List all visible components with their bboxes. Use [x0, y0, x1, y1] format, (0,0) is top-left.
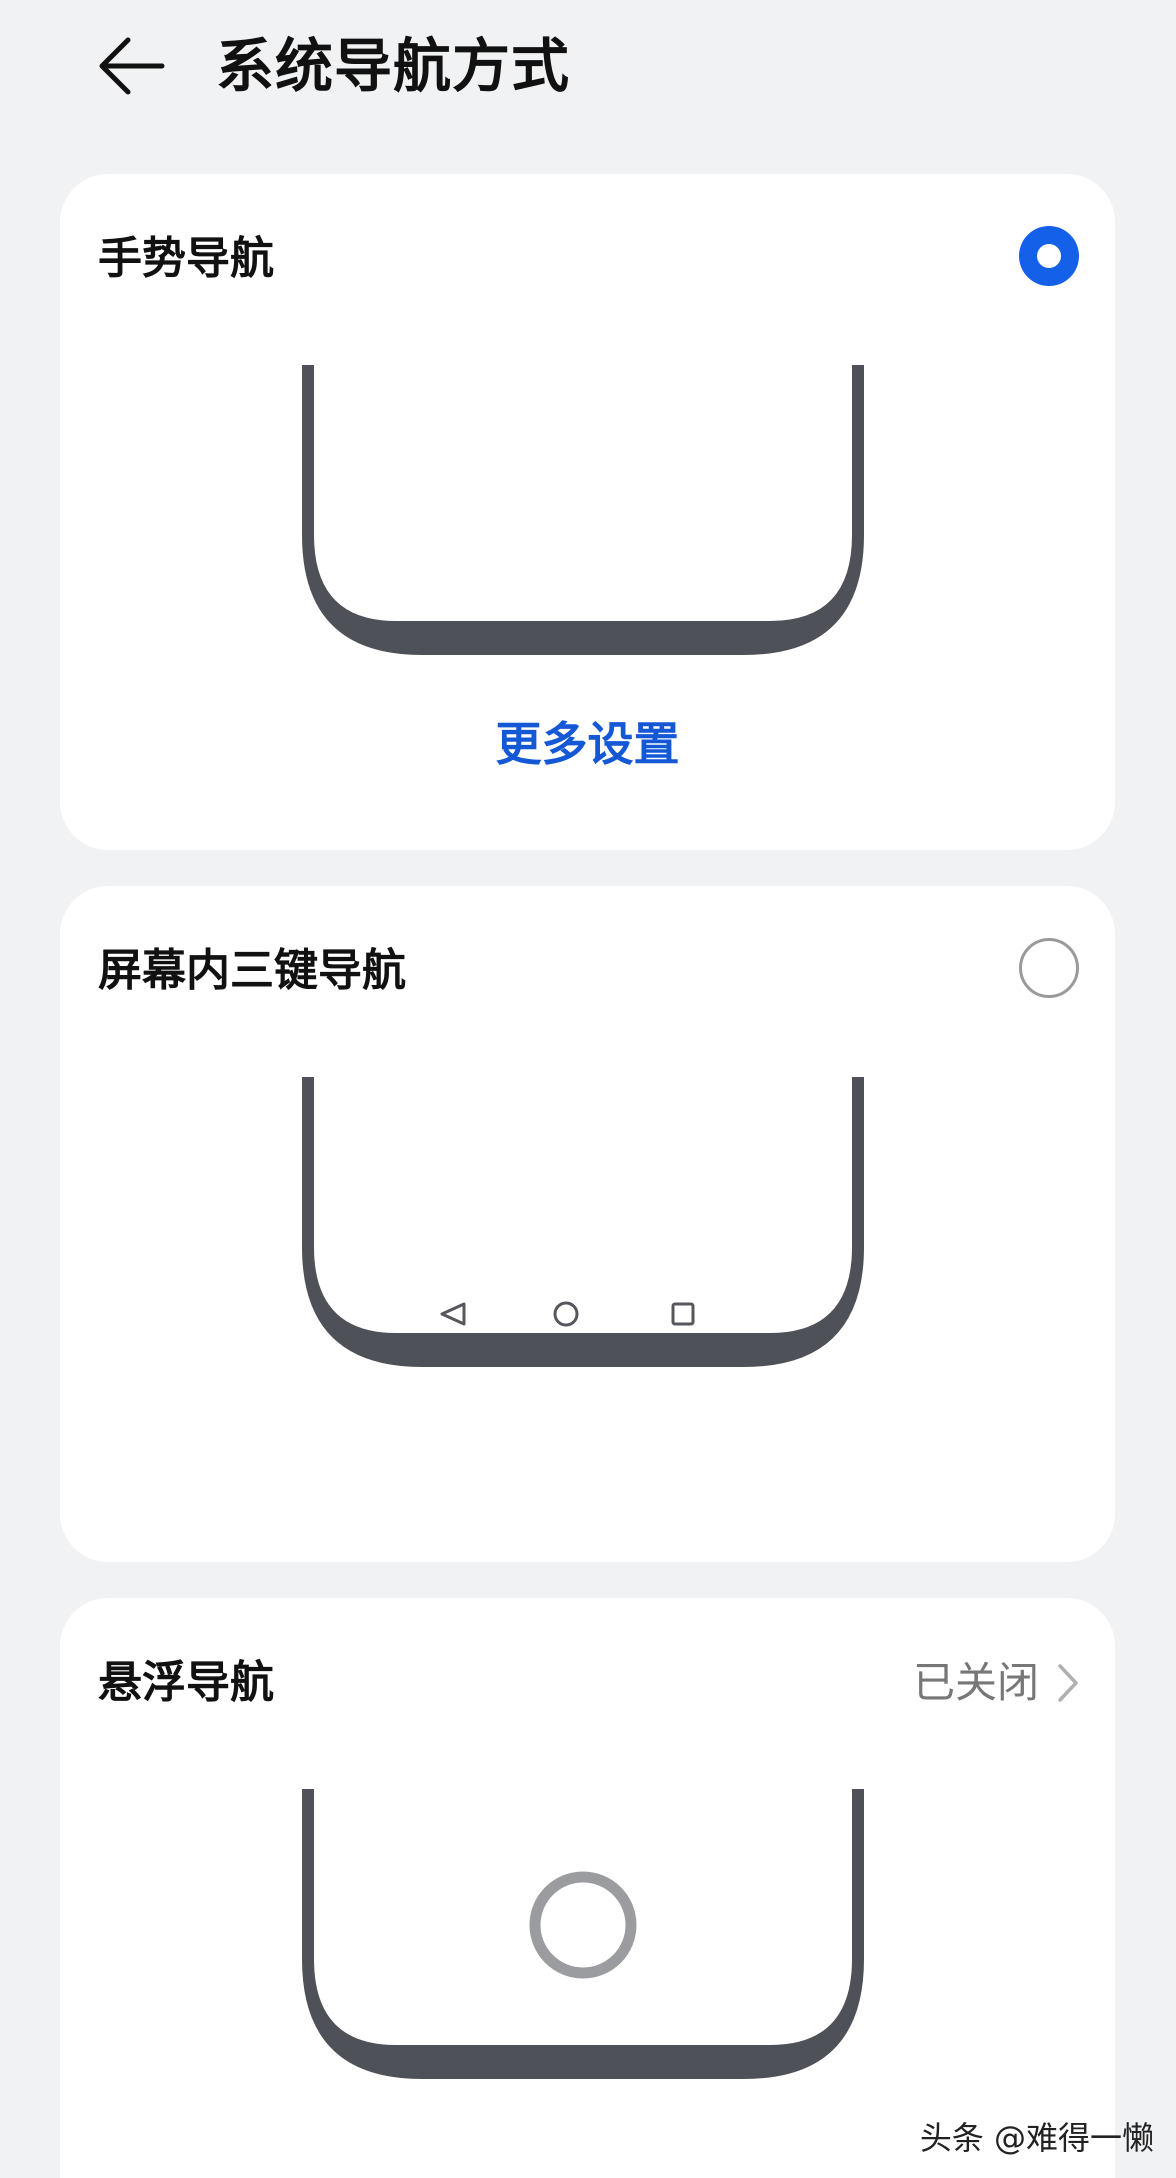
- three-key-navigation-card[interactable]: 屏幕内三键导航: [60, 886, 1115, 1562]
- three-key-navigation-title: 屏幕内三键导航: [98, 945, 406, 996]
- floating-navigation-card[interactable]: 悬浮导航 已关闭: [60, 1598, 1115, 2178]
- gesture-navigation-title: 手势导航: [98, 233, 274, 284]
- arrow-left-icon: [99, 37, 165, 95]
- phone-bottom-three-keys-illustration: [302, 1077, 864, 1367]
- home-circle-icon: [553, 1301, 579, 1327]
- more-settings-link[interactable]: 更多设置: [60, 714, 1115, 774]
- floating-navigation-title: 悬浮导航: [98, 1657, 274, 1708]
- gesture-navigation-radio[interactable]: [1019, 226, 1079, 286]
- app-header: 系统导航方式: [0, 0, 1176, 150]
- phone-bottom-gesture-illustration: [302, 365, 864, 655]
- back-button[interactable]: [92, 30, 172, 102]
- floating-dock-icon: [529, 1871, 637, 1979]
- chevron-right-icon: [1058, 1664, 1078, 1702]
- page-title: 系统导航方式: [216, 32, 571, 100]
- floating-navigation-status[interactable]: 已关闭: [913, 1654, 1079, 1712]
- gesture-navigation-card[interactable]: 手势导航 更多设置: [60, 174, 1115, 850]
- floating-navigation-status-text: 已关闭: [912, 1658, 1039, 1707]
- recents-square-icon: [671, 1302, 695, 1326]
- three-key-navigation-radio[interactable]: [1019, 938, 1079, 998]
- watermark: 头条 @难得一懒: [919, 2119, 1154, 2157]
- phone-bottom-floating-dock-illustration: [302, 1789, 864, 2079]
- back-triangle-icon: [440, 1302, 466, 1326]
